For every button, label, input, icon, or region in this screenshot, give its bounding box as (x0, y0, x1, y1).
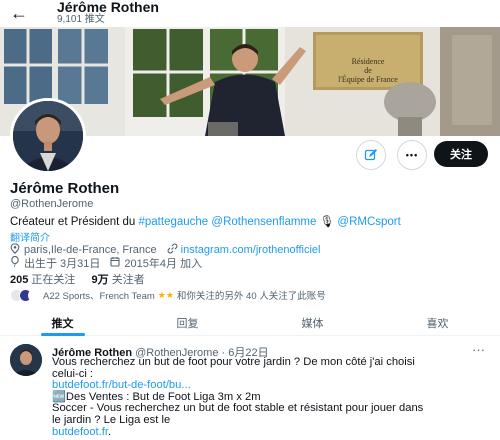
tab-replies[interactable]: 回复 (125, 314, 250, 335)
profile-handle: @RothenJerome (10, 198, 94, 210)
avatar[interactable] (10, 98, 126, 174)
tweet[interactable]: Jérôme Rothen @RothenJerome · 6月22日 ··· … (0, 340, 500, 440)
followed-by-suffix: 和你关注的另外 40 人关注了此账号 (176, 291, 326, 302)
plaque-line: de (364, 66, 372, 75)
tweet-line: le jardin ? Le Liga est le (52, 413, 171, 426)
star-icon: ★★ (157, 289, 174, 300)
tweet-avatar[interactable] (10, 344, 42, 376)
profile-bio: Créateur et Président du #pattegauche @R… (10, 215, 490, 229)
followed-by-names: A22 Sports、French Team (43, 291, 155, 302)
bio-mention-link[interactable]: @RMCsport (337, 216, 400, 228)
join-date: 2015年4月 加入 (110, 255, 202, 271)
edit-message-icon (364, 149, 377, 161)
following-label: 正在关注 (28, 274, 76, 286)
following-link[interactable]: 205 正在关注 (10, 274, 75, 286)
tab-media[interactable]: 媒体 (250, 314, 375, 335)
tweet-text: Vous recherchez un but de foot pour votr… (52, 356, 496, 439)
follow-button[interactable]: 关注 (434, 141, 488, 167)
bio-mention-link[interactable]: @Rothensenflamme (211, 216, 316, 228)
tweet-line: Vous recherchez un but de foot pour votr… (52, 356, 415, 368)
header-title: Jérôme Rothen (57, 0, 159, 15)
join-date-text: 2015年4月 加入 (124, 258, 203, 270)
profile-meta-row: 出生于 3月31日 2015年4月 加入 (10, 255, 212, 271)
tweet-link[interactable]: butdefoot.fr (52, 426, 108, 438)
calendar-icon (110, 256, 121, 270)
top-bar: ← Jérôme Rothen 9,101 推文 (0, 0, 500, 27)
arrow-left-icon[interactable]: ← (10, 3, 32, 23)
message-button[interactable] (356, 140, 386, 170)
plaque-line: Résidence (351, 57, 385, 66)
tweet-punct: . (107, 425, 112, 438)
followed-by[interactable]: A22 Sports、French Team ★★ 和你关注的另外 40 人关注… (10, 288, 326, 302)
tweet-line-last: butdefoot.fr. (52, 425, 496, 439)
avatar-image (10, 98, 86, 174)
more-button[interactable]: ••• (397, 140, 427, 170)
plaque-line: l'Équipe de France (338, 75, 398, 84)
bio-hashtag-link[interactable]: #pattegauche (139, 216, 209, 228)
followers-link[interactable]: 9万 关注者 (92, 274, 145, 286)
birthdate-text: 出生于 3月31日 (24, 258, 101, 270)
followers-label: 关注者 (108, 274, 145, 286)
followers-count: 9万 (91, 274, 109, 286)
banner-plaque-text: Résidence de l'Équipe de France (313, 57, 423, 84)
bio-separator: 🎙 (316, 216, 338, 228)
tab-posts[interactable]: 推文 (0, 314, 125, 336)
more-icon: ••• (405, 150, 419, 160)
follow-stats: 205 正在关注 9万 关注者 (10, 271, 145, 287)
profile-tabs: 推文 回复 媒体 喜欢 (0, 314, 500, 336)
birthdate: 出生于 3月31日 (10, 255, 100, 271)
mini-avatar (28, 288, 41, 302)
profile-name: Jérôme Rothen (10, 180, 120, 197)
post-count: 9,101 推文 (57, 14, 105, 25)
translate-bio-link[interactable]: 翻译简介 (10, 229, 50, 244)
balloon-icon (10, 255, 21, 270)
bio-text: Créateur et Président du (10, 216, 139, 228)
following-count: 205 (10, 274, 29, 286)
tab-likes[interactable]: 喜欢 (375, 314, 500, 335)
more-icon[interactable]: ··· (472, 342, 485, 357)
followed-by-avatars (10, 288, 41, 302)
